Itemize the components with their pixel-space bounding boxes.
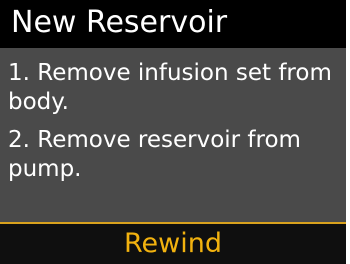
instruction-step-2: 2. Remove reservoir from pump. (8, 127, 301, 182)
instruction-step-1: 1. Remove infusion set from body. (8, 60, 332, 115)
pump-screen: New Reservoir 1. Remove infusion set fro… (0, 0, 346, 264)
screen-title: New Reservoir (11, 5, 228, 40)
rewind-button-label: Rewind (124, 228, 222, 259)
title-bar: New Reservoir (0, 0, 346, 48)
instructions-area: 1. Remove infusion set from body. 2. Rem… (0, 48, 346, 224)
rewind-button[interactable]: Rewind (0, 224, 346, 264)
